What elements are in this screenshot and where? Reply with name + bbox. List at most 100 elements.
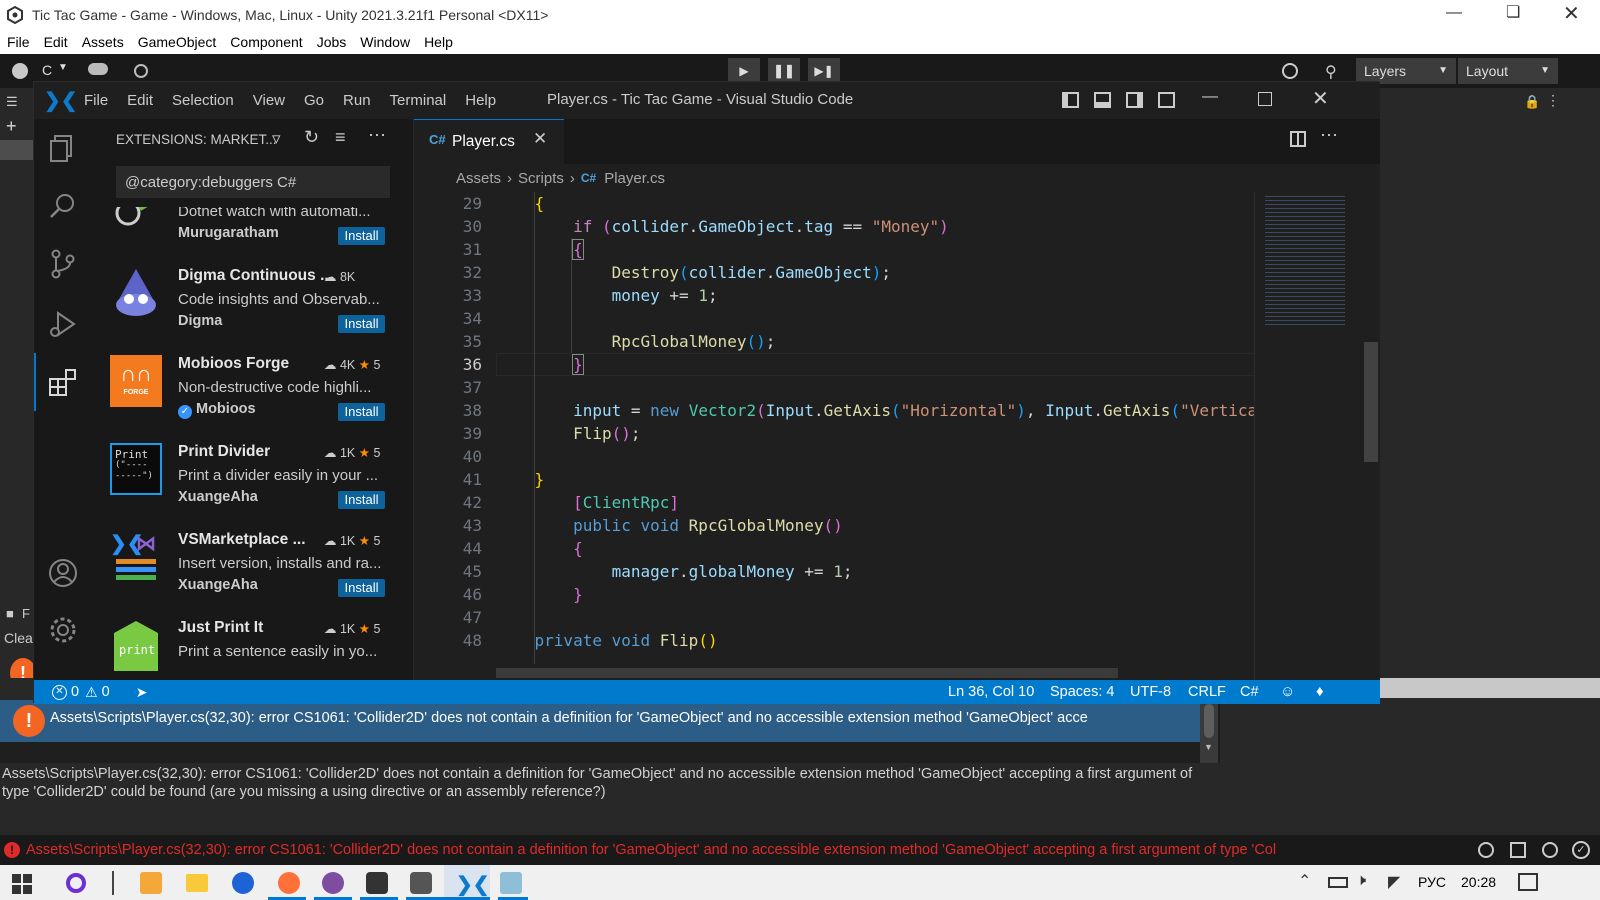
gear-icon[interactable]: [46, 613, 80, 647]
vertical-scrollbar[interactable]: [1364, 342, 1378, 462]
encoding[interactable]: UTF-8: [1130, 684, 1171, 700]
extension-item[interactable]: Dotnet watch with automati... Murugarath…: [92, 207, 414, 261]
stack-icon[interactable]: [1510, 842, 1526, 858]
horizontal-scrollbar[interactable]: [496, 668, 1118, 678]
install-button[interactable]: Install: [338, 227, 385, 245]
photos-icon[interactable]: [140, 872, 162, 894]
lock-icon[interactable]: 🔒: [1524, 94, 1540, 110]
unity-menu-window[interactable]: Window: [360, 34, 410, 50]
project-tab-label[interactable]: F: [22, 606, 30, 621]
scrollbar-thumb[interactable]: [1204, 704, 1214, 738]
search-icon[interactable]: ⚲: [1325, 62, 1337, 82]
account-icon[interactable]: [46, 556, 80, 590]
console-error-row[interactable]: ! Assets\Scripts\Player.cs(32,30): error…: [0, 700, 1220, 763]
customize-layout-icon[interactable]: [1158, 92, 1175, 108]
search-icon[interactable]: [46, 189, 80, 223]
explorer-icon[interactable]: [46, 131, 80, 165]
minimize-button[interactable]: —: [1202, 88, 1218, 106]
toggle-secondary-sidebar-icon[interactable]: [1126, 92, 1143, 108]
menu-edit[interactable]: Edit: [127, 92, 153, 109]
debug-icon[interactable]: [1478, 842, 1494, 858]
status-error-text[interactable]: Assets\Scripts\Player.cs(32,30): error C…: [26, 842, 1421, 858]
unity-menu-help[interactable]: Help: [424, 34, 453, 50]
collab-icon[interactable]: [134, 64, 148, 78]
restore-button[interactable]: ❏: [1506, 2, 1520, 22]
clear-results-icon[interactable]: ≡: [335, 127, 346, 148]
close-button[interactable]: ✕: [1563, 1, 1580, 26]
maximize-button[interactable]: [1258, 92, 1272, 106]
warning-icon[interactable]: ⚠: [85, 684, 98, 701]
extension-item[interactable]: ❯❮ ⋈ VSMarketplace ... ☁ 1K ★ 5 Insert v…: [92, 525, 414, 613]
toggle-sidebar-icon[interactable]: [1062, 92, 1079, 108]
minimize-button[interactable]: —: [1446, 4, 1462, 22]
unity-hub-icon[interactable]: [366, 872, 388, 894]
breadcrumb-player-cs[interactable]: Player.cs: [604, 170, 665, 187]
filter-icon[interactable]: ▿: [272, 129, 281, 149]
unity-menu-jobs[interactable]: Jobs: [317, 34, 347, 50]
breadcrumb-assets[interactable]: Assets: [456, 170, 501, 187]
unity-menu-file[interactable]: File: [7, 34, 30, 50]
wifi-icon[interactable]: ◤: [1388, 872, 1400, 892]
install-button[interactable]: Install: [338, 491, 385, 509]
menu-view[interactable]: View: [253, 92, 285, 109]
extensions-icon[interactable]: [46, 365, 80, 399]
clock[interactable]: 20:28: [1461, 874, 1496, 890]
extension-item[interactable]: Print ("---- -----") Print Divider ☁ 1K …: [92, 437, 414, 525]
menu-file[interactable]: File: [84, 92, 108, 109]
source-control-icon[interactable]: [46, 247, 80, 281]
check-icon[interactable]: ✓: [1572, 841, 1590, 859]
minimap[interactable]: [1254, 192, 1364, 680]
layout-dropdown[interactable]: Layout ▼: [1458, 58, 1558, 84]
bug-icon[interactable]: [1542, 842, 1558, 858]
add-icon[interactable]: +: [6, 116, 17, 137]
zoom-icon[interactable]: [232, 872, 254, 894]
volume-icon[interactable]: 🕨: [1356, 872, 1366, 890]
unity-app-icon[interactable]: [410, 872, 432, 894]
windows-start-icon[interactable]: [12, 874, 32, 894]
more-actions-icon[interactable]: ⋯: [368, 125, 386, 146]
breadcrumb-scripts[interactable]: Scripts: [518, 170, 564, 187]
chevron-down-icon[interactable]: ▼: [1204, 742, 1213, 752]
menu-selection[interactable]: Selection: [172, 92, 234, 109]
install-button[interactable]: Install: [338, 403, 385, 421]
vscode-taskbar-icon[interactable]: ❯❮: [444, 865, 490, 900]
refresh-icon[interactable]: ↻: [304, 127, 319, 148]
close-button[interactable]: ✕: [1312, 86, 1329, 111]
console-scrollbar[interactable]: ▼: [1200, 700, 1218, 763]
warning-count[interactable]: 0: [102, 684, 110, 700]
install-button[interactable]: Install: [338, 579, 385, 597]
feedback-icon[interactable]: ☺: [1280, 683, 1295, 700]
battery-icon[interactable]: [1328, 877, 1348, 888]
language-mode[interactable]: C#: [1240, 684, 1259, 700]
code-editor[interactable]: 29 { 30 if (collider.GameObject.tag == "…: [414, 192, 1380, 680]
notifications-icon[interactable]: [1518, 873, 1538, 891]
extensions-search-input[interactable]: [116, 166, 390, 198]
ports-icon[interactable]: ➤: [136, 684, 148, 701]
unity-menu-gameobject[interactable]: GameObject: [138, 34, 217, 50]
cortana-icon[interactable]: [66, 873, 86, 893]
toggle-panel-icon[interactable]: [1094, 92, 1111, 108]
menu-go[interactable]: Go: [304, 92, 324, 109]
explorer-icon[interactable]: [186, 874, 208, 892]
install-button[interactable]: Install: [338, 315, 385, 333]
account-icon[interactable]: [12, 63, 28, 79]
unity-menu-component[interactable]: Component: [230, 34, 302, 50]
run-debug-icon[interactable]: [46, 307, 80, 341]
extension-item[interactable]: ∩∩ FORGE Mobioos Forge ☁ 4K ★ 5 Non-dest…: [92, 349, 414, 437]
cloud-icon[interactable]: [88, 63, 108, 75]
error-icon[interactable]: ✕: [52, 684, 67, 700]
menu-run[interactable]: Run: [343, 92, 371, 109]
unity-menu-edit[interactable]: Edit: [44, 34, 68, 50]
close-tab-icon[interactable]: ✕: [533, 129, 547, 149]
history-icon[interactable]: [1282, 63, 1298, 79]
language-indicator[interactable]: РУС: [1418, 874, 1446, 890]
bell-icon[interactable]: ♦: [1316, 683, 1324, 700]
menu-terminal[interactable]: Terminal: [390, 92, 447, 109]
tab-player-cs[interactable]: C# Player.cs ✕: [414, 119, 564, 164]
extension-item[interactable]: Digma Continuous ... ☁ 8K Code insights …: [92, 261, 414, 349]
indentation[interactable]: Spaces: 4: [1050, 684, 1115, 700]
notepad-icon[interactable]: [500, 872, 522, 894]
show-hidden-icons-icon[interactable]: ⌃: [1298, 871, 1311, 891]
clear-button[interactable]: Clea: [4, 630, 33, 646]
more-options-icon[interactable]: ⋮: [1546, 92, 1560, 109]
